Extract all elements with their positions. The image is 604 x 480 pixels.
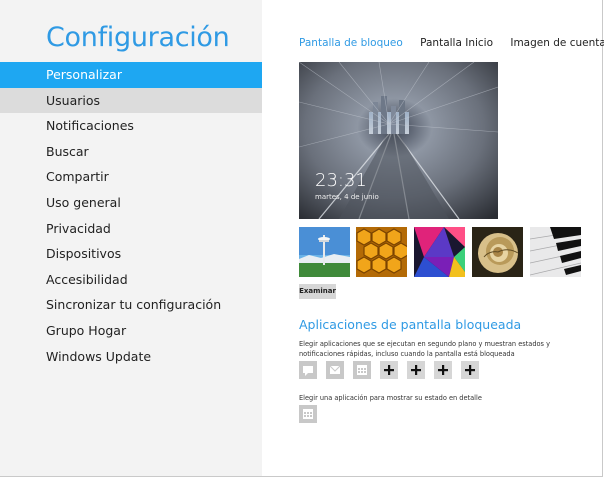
plus-icon	[438, 365, 448, 375]
nav-item-buscar[interactable]: Buscar	[0, 139, 262, 165]
honeycomb-thumbnail[interactable]	[356, 227, 407, 277]
tab-bar: Pantalla de bloqueo Pantalla Inicio Imag…	[299, 37, 604, 49]
calendar-icon	[357, 365, 367, 375]
detail-app-description: Elegir una aplicación para mostrar su es…	[299, 394, 482, 402]
nav-item-accesibilidad[interactable]: Accesibilidad	[0, 267, 262, 293]
calendar-app-slot[interactable]	[353, 361, 371, 379]
tab-lock-screen[interactable]: Pantalla de bloqueo	[299, 37, 403, 49]
lock-apps-description: Elegir aplicaciones que se ejecutan en s…	[299, 340, 550, 358]
add-app-slot-1[interactable]	[380, 361, 398, 379]
colorful-triangles-image	[414, 227, 465, 277]
tab-account-picture[interactable]: Imagen de cuenta	[510, 37, 604, 49]
nav-item-windows-update[interactable]: Windows Update	[0, 344, 262, 370]
nav-item-dispositivos[interactable]: Dispositivos	[0, 241, 262, 267]
space-needle-thumbnail[interactable]	[299, 227, 350, 277]
tab-start-screen[interactable]: Pantalla Inicio	[420, 37, 493, 49]
piano-keys-thumbnail[interactable]	[530, 227, 581, 277]
nav-item-sincronizar[interactable]: Sincronizar tu configuración	[0, 292, 262, 318]
nav-item-compartir[interactable]: Compartir	[0, 164, 262, 190]
add-app-slot-4[interactable]	[461, 361, 479, 379]
settings-window: Configuración Personalizar Usuarios Noti…	[0, 0, 604, 477]
lock-screen-date: martes, 4 de junio	[315, 193, 379, 201]
colorful-triangles-thumbnail[interactable]	[414, 227, 465, 277]
lock-apps-title: Aplicaciones de pantalla bloqueada	[299, 317, 522, 332]
mail-icon	[329, 365, 341, 374]
honeycomb-image	[356, 227, 407, 277]
piano-keys-image	[530, 227, 581, 277]
nav-item-grupo-hogar[interactable]: Grupo Hogar	[0, 318, 262, 344]
calendar-icon	[303, 409, 313, 419]
messaging-app-slot[interactable]	[299, 361, 317, 379]
settings-sidebar: Configuración Personalizar Usuarios Noti…	[0, 0, 262, 476]
nav-item-notificaciones[interactable]: Notificaciones	[0, 113, 262, 139]
nautilus-shell-thumbnail[interactable]	[472, 227, 523, 277]
messaging-icon	[303, 366, 313, 376]
browse-button[interactable]: Examinar	[299, 284, 336, 299]
lock-screen-time: 23:31	[315, 170, 367, 191]
add-app-slot-2[interactable]	[407, 361, 425, 379]
nautilus-shell-image	[472, 227, 523, 277]
space-needle-image	[299, 227, 350, 277]
nav-item-personalizar[interactable]: Personalizar	[0, 62, 262, 88]
plus-icon	[465, 365, 475, 375]
add-app-slot-3[interactable]	[434, 361, 452, 379]
plus-icon	[384, 365, 394, 375]
settings-title: Configuración	[46, 22, 230, 53]
settings-nav: Personalizar Usuarios Notificaciones Bus…	[0, 62, 262, 369]
mail-app-slot[interactable]	[326, 361, 344, 379]
detail-app-slot[interactable]	[299, 405, 317, 423]
lock-screen-preview: 23:31 martes, 4 de junio	[299, 62, 498, 219]
settings-content: Pantalla de bloqueo Pantalla Inicio Imag…	[262, 0, 604, 476]
nav-item-usuarios[interactable]: Usuarios	[0, 87, 262, 114]
plus-icon	[411, 365, 421, 375]
nav-item-uso-general[interactable]: Uso general	[0, 190, 262, 216]
nav-item-privacidad[interactable]: Privacidad	[0, 216, 262, 242]
